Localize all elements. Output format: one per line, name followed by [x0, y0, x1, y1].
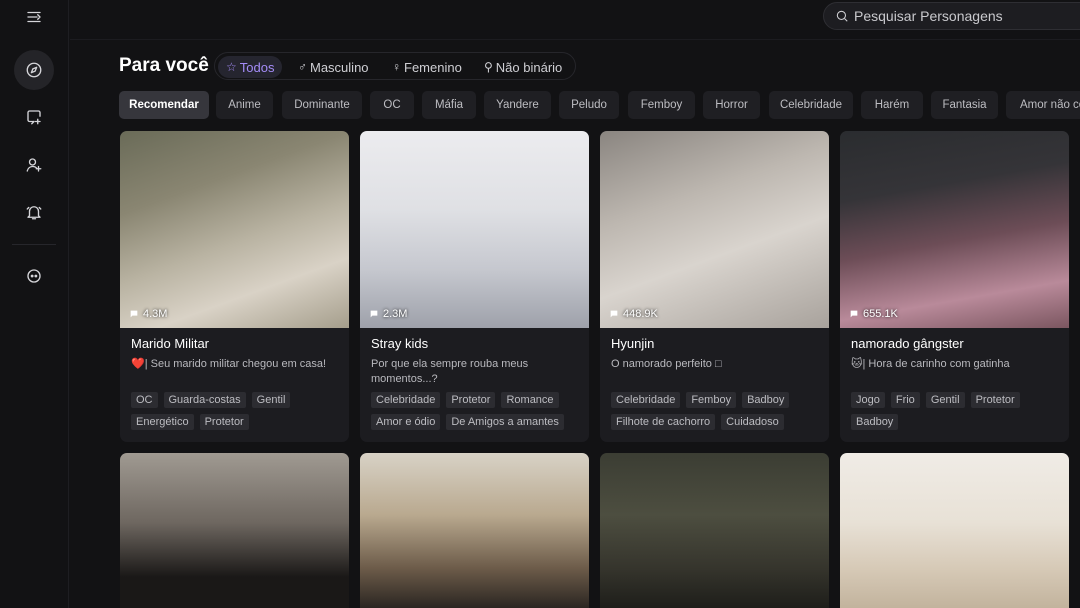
character-description: O namorado perfeito □ [611, 358, 722, 370]
character-description: 🐱| Hora de carinho com gatinha [851, 358, 1010, 370]
character-card[interactable] [840, 453, 1069, 608]
tag[interactable]: Badboy [742, 392, 790, 408]
chip-anime[interactable]: Anime [216, 91, 273, 119]
chip-peludo[interactable]: Peludo [559, 91, 619, 119]
character-card[interactable]: 655.1K namorado gângster 🐱| Hora de cari… [840, 131, 1069, 442]
chat-bubble-icon [610, 310, 618, 318]
star-icon: ☆ [226, 60, 237, 74]
sidebar [0, 0, 69, 608]
tag[interactable]: Guarda-costas [163, 392, 246, 408]
filter-masculino[interactable]: ♂ Masculino [290, 56, 377, 78]
chip-amor-nao-correspondido[interactable]: Amor não correspondido [1006, 91, 1080, 119]
tag[interactable]: Jogo [851, 392, 885, 408]
tag[interactable]: Amor e ódio [371, 414, 441, 430]
character-tags: Jogo Frio Gentil Protetor Badboy [851, 392, 1065, 430]
menu-toggle-icon[interactable] [14, 0, 54, 37]
character-image [360, 131, 589, 328]
chip-horror[interactable]: Horror [703, 91, 760, 119]
character-card[interactable] [600, 453, 829, 608]
create-chat-icon[interactable] [14, 97, 54, 137]
character-name: Stray kids [371, 336, 429, 351]
nonbinary-icon: ⚲ [484, 60, 493, 74]
sidebar-divider [12, 244, 56, 245]
page-title: Para você [119, 55, 209, 76]
character-name: Hyunjin [611, 336, 655, 351]
search-input[interactable] [854, 8, 1080, 24]
chip-dominante[interactable]: Dominante [282, 91, 362, 119]
character-image [600, 131, 829, 328]
character-card[interactable]: 448.9K Hyunjin O namorado perfeito □ Cel… [600, 131, 829, 442]
chip-femboy[interactable]: Femboy [628, 91, 695, 119]
character-card[interactable]: 4.3M Marido Militar ❤️| Seu marido milit… [120, 131, 349, 442]
female-icon: ♀ [392, 60, 401, 74]
tag[interactable]: De Amigos a amantes [446, 414, 564, 430]
search-icon [836, 10, 848, 22]
chat-bubble-icon [370, 310, 378, 318]
character-tags: Celebridade Protetor Romance Amor e ódio… [371, 392, 585, 430]
chat-bubble-icon [130, 310, 138, 318]
category-chips: Recomendar Anime Dominante OC Máfia Yand… [119, 91, 1080, 119]
tag[interactable]: Celebridade [371, 392, 441, 408]
chat-count: 2.3M [369, 308, 407, 320]
chat-count: 448.9K [609, 308, 658, 320]
tag[interactable]: Filhote de cachorro [611, 414, 716, 430]
chip-oc[interactable]: OC [370, 91, 414, 119]
chip-yandere[interactable]: Yandere [484, 91, 551, 119]
character-image [360, 453, 589, 608]
character-tags: OC Guarda-costas Gentil Energético Prote… [131, 392, 345, 430]
character-description: Por que ela sempre rouba meus momentos..… [371, 358, 529, 385]
chat-count: 655.1K [849, 308, 898, 320]
filter-todos[interactable]: ☆ Todos [218, 56, 283, 78]
character-image [120, 453, 349, 608]
tag[interactable]: Celebridade [611, 392, 681, 408]
character-description: ❤️| Seu marido militar chegou em casa! [131, 358, 327, 370]
tag[interactable]: Gentil [925, 392, 965, 408]
add-character-icon[interactable] [14, 145, 54, 185]
tag[interactable]: Cuidadoso [721, 414, 784, 430]
tag[interactable]: Protetor [446, 392, 496, 408]
filter-nao-binario[interactable]: ⚲ Não binário [476, 56, 570, 78]
chip-recomendar[interactable]: Recomendar [119, 91, 209, 119]
tag[interactable]: OC [131, 392, 158, 408]
character-card[interactable] [120, 453, 349, 608]
tag[interactable]: Protetor [970, 392, 1020, 408]
tag[interactable]: Femboy [686, 392, 737, 408]
character-card[interactable] [360, 453, 589, 608]
male-icon: ♂ [298, 60, 307, 74]
tag[interactable]: Frio [890, 392, 920, 408]
chip-harem[interactable]: Harém [861, 91, 923, 119]
chip-fantasia[interactable]: Fantasia [931, 91, 998, 119]
character-image [840, 453, 1069, 608]
chat-bubble-icon [850, 310, 858, 318]
explore-icon[interactable] [14, 50, 54, 90]
chat-count: 4.3M [129, 308, 167, 320]
gender-filter-group: ☆ Todos ♂ Masculino ♀ Femenino ⚲ Não binário [214, 52, 576, 80]
tag[interactable]: Gentil [251, 392, 291, 408]
tag[interactable]: Romance [501, 392, 559, 408]
character-image [840, 131, 1069, 328]
chip-celebridade[interactable]: Celebridade [769, 91, 853, 119]
character-name: Marido Militar [131, 336, 210, 351]
character-tags: Celebridade Femboy Badboy Filhote de cac… [611, 392, 825, 430]
tag[interactable]: Protetor [199, 414, 249, 430]
character-card[interactable]: 2.3M Stray kids Por que ela sempre rouba… [360, 131, 589, 442]
discord-icon[interactable] [14, 256, 54, 296]
tag[interactable]: Badboy [851, 414, 899, 430]
search-bar[interactable] [823, 2, 1080, 30]
tag[interactable]: Energético [131, 414, 194, 430]
character-image [120, 131, 349, 328]
character-name: namorado gângster [851, 336, 964, 351]
filter-femenino[interactable]: ♀ Femenino [384, 56, 470, 78]
character-image [600, 453, 829, 608]
chip-mafia[interactable]: Máfia [422, 91, 476, 119]
notifications-icon[interactable] [14, 192, 54, 232]
